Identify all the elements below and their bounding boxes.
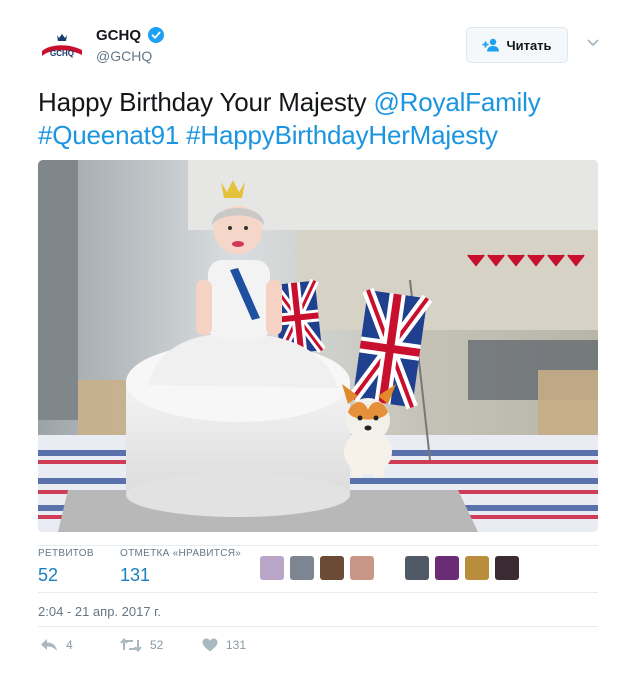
avatar-label: GCHQ — [50, 49, 74, 58]
likes-value: 131 — [120, 565, 151, 585]
retweets-value: 52 — [38, 565, 59, 585]
display-name[interactable]: GCHQ — [96, 27, 165, 44]
chevron-down-icon[interactable] — [586, 36, 600, 50]
liker-4-avatar[interactable] — [350, 556, 374, 580]
verified-badge-icon — [148, 27, 165, 43]
liker-6-avatar[interactable] — [435, 556, 459, 580]
heart-icon — [202, 638, 218, 652]
retweet-count: 52 — [150, 638, 164, 652]
cake-photo-image — [38, 160, 598, 532]
liker-2-avatar[interactable] — [290, 556, 314, 580]
retweet-button[interactable]: 52 — [120, 638, 163, 652]
retweet-icon — [120, 638, 142, 652]
reply-icon — [41, 639, 57, 651]
tweet-text-plain: Happy Birthday Your Majesty — [38, 87, 374, 117]
liker-7-avatar[interactable] — [465, 556, 489, 580]
liker-3-avatar[interactable] — [320, 556, 344, 580]
follow-button[interactable]: Читать — [466, 27, 568, 63]
retweets-stat[interactable]: РЕТВИТОВ 52 — [38, 548, 94, 586]
gchq-logo-icon: GCHQ — [38, 24, 86, 72]
mention-link[interactable]: @RoyalFamily — [373, 87, 540, 117]
likes-label: ОТМЕТКА «НРАВИТСЯ» — [120, 548, 242, 559]
tweet-text: Happy Birthday Your Majesty @RoyalFamily… — [38, 86, 598, 152]
hashtag-link-2[interactable]: #HappyBirthdayHerMajesty — [186, 120, 498, 150]
like-button[interactable]: 131 — [202, 638, 246, 652]
display-name-text: GCHQ — [96, 27, 141, 44]
like-count: 131 — [226, 638, 247, 652]
likes-stat[interactable]: ОТМЕТКА «НРАВИТСЯ» 131 — [120, 548, 241, 586]
liker-8-avatar[interactable] — [495, 556, 519, 580]
author-avatar[interactable]: GCHQ — [38, 24, 86, 72]
reply-count: 4 — [66, 638, 73, 652]
handle[interactable]: @GCHQ — [96, 48, 152, 64]
stats-top-divider — [38, 545, 598, 546]
retweets-label: РЕТВИТОВ — [38, 548, 94, 559]
liker-5-avatar[interactable] — [405, 556, 429, 580]
actions-top-divider — [38, 626, 598, 627]
tweet-header: GCHQ GCHQ @GCHQ Читать — [38, 18, 600, 74]
tweet-photo[interactable] — [38, 160, 598, 532]
tweet-timestamp[interactable]: 2:04 - 21 апр. 2017 г. — [38, 604, 161, 619]
follow-person-plus-icon — [482, 38, 500, 52]
tweet-stats: РЕТВИТОВ 52 ОТМЕТКА «НРАВИТСЯ» 131 — [38, 548, 598, 592]
liker-1-avatar[interactable] — [260, 556, 284, 580]
reply-button[interactable]: 4 — [40, 638, 73, 652]
follow-button-label: Читать — [506, 37, 552, 53]
tweet-actions: 4 52 131 — [38, 638, 598, 658]
hashtag-link-1[interactable]: #Queenat91 — [38, 120, 179, 150]
stats-bottom-divider — [38, 592, 598, 593]
